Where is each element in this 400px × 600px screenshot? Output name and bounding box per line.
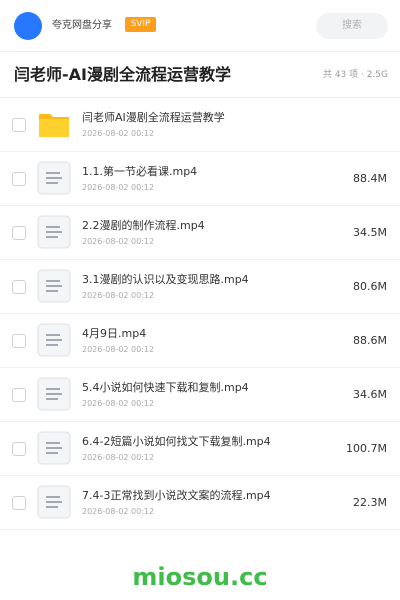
folder-title: 闫老师-AI漫剧全流程运营教学 xyxy=(14,65,231,84)
svip-badge: SVIP xyxy=(125,17,156,32)
list-item[interactable]: 2.2漫剧的制作流程.mp4 2026-08-02 00:12 34.5M xyxy=(0,206,400,260)
list-item[interactable]: 6.4-2短篇小说如何找文下载复制.mp4 2026-08-02 00:12 1… xyxy=(0,422,400,476)
row-checkbox[interactable] xyxy=(12,118,26,132)
search-input[interactable] xyxy=(316,13,388,39)
file-icon xyxy=(37,161,71,195)
file-list: 闫老师AI漫剧全流程运营教学 2026-08-02 00:12 1.1.第一节必… xyxy=(0,98,400,530)
row-checkbox[interactable] xyxy=(12,172,26,186)
row-checkbox[interactable] xyxy=(12,280,26,294)
list-item[interactable]: 4月9日.mp4 2026-08-02 00:12 88.6M xyxy=(0,314,400,368)
row-checkbox[interactable] xyxy=(12,388,26,402)
file-date: 2026-08-02 00:12 xyxy=(82,237,155,246)
row-checkbox[interactable] xyxy=(12,442,26,456)
list-item[interactable]: 7.4-3正常找到小说改文案的流程.mp4 2026-08-02 00:12 2… xyxy=(0,476,400,530)
file-name: 闫老师AI漫剧全流程运营教学 xyxy=(82,111,225,124)
folder-header: 闫老师-AI漫剧全流程运营教学 共 43 项 · 2.5G xyxy=(0,52,400,98)
file-name: 6.4-2短篇小说如何找文下载复制.mp4 xyxy=(82,435,271,448)
file-icon xyxy=(37,431,71,465)
file-size: 88.4M xyxy=(353,172,387,185)
file-size: 88.6M xyxy=(353,334,387,347)
file-date: 2026-08-02 00:12 xyxy=(82,345,155,354)
list-item[interactable]: 闫老师AI漫剧全流程运营教学 2026-08-02 00:12 xyxy=(0,98,400,152)
file-name: 3.1漫剧的认识以及变现思路.mp4 xyxy=(82,273,249,286)
file-size: 34.5M xyxy=(353,226,387,239)
file-name: 5.4小说如何快速下载和复制.mp4 xyxy=(82,381,249,394)
list-item[interactable]: 1.1.第一节必看课.mp4 2026-08-02 00:12 88.4M xyxy=(0,152,400,206)
list-item[interactable]: 3.1漫剧的认识以及变现思路.mp4 2026-08-02 00:12 80.6… xyxy=(0,260,400,314)
row-checkbox[interactable] xyxy=(12,334,26,348)
file-icon xyxy=(37,485,71,519)
file-date: 2026-08-02 00:12 xyxy=(82,453,155,462)
file-size: 34.6M xyxy=(353,388,387,401)
folder-meta: 共 43 项 · 2.5G xyxy=(322,70,388,80)
list-item[interactable]: 5.4小说如何快速下载和复制.mp4 2026-08-02 00:12 34.6… xyxy=(0,368,400,422)
watermark: miosou.cc xyxy=(132,563,268,591)
file-date: 2026-08-02 00:12 xyxy=(82,507,155,516)
file-date: 2026-08-02 00:12 xyxy=(82,399,155,408)
file-name: 1.1.第一节必看课.mp4 xyxy=(82,165,198,178)
file-icon xyxy=(37,215,71,249)
row-checkbox[interactable] xyxy=(12,496,26,510)
file-name: 2.2漫剧的制作流程.mp4 xyxy=(82,219,205,232)
file-icon xyxy=(37,377,71,411)
file-size: 80.6M xyxy=(353,280,387,293)
file-date: 2026-08-02 00:12 xyxy=(82,129,155,138)
folder-icon xyxy=(37,107,71,141)
avatar[interactable] xyxy=(14,12,42,40)
top-bar: 夸克网盘分享 SVIP xyxy=(0,0,400,52)
username: 夸克网盘分享 xyxy=(52,20,112,31)
file-icon xyxy=(37,323,71,357)
file-name: 4月9日.mp4 xyxy=(82,327,147,340)
file-name: 7.4-3正常找到小说改文案的流程.mp4 xyxy=(82,489,271,502)
file-date: 2026-08-02 00:12 xyxy=(82,183,155,192)
file-icon xyxy=(37,269,71,303)
file-date: 2026-08-02 00:12 xyxy=(82,291,155,300)
file-size: 100.7M xyxy=(346,442,387,455)
row-checkbox[interactable] xyxy=(12,226,26,240)
file-size: 22.3M xyxy=(353,496,387,509)
